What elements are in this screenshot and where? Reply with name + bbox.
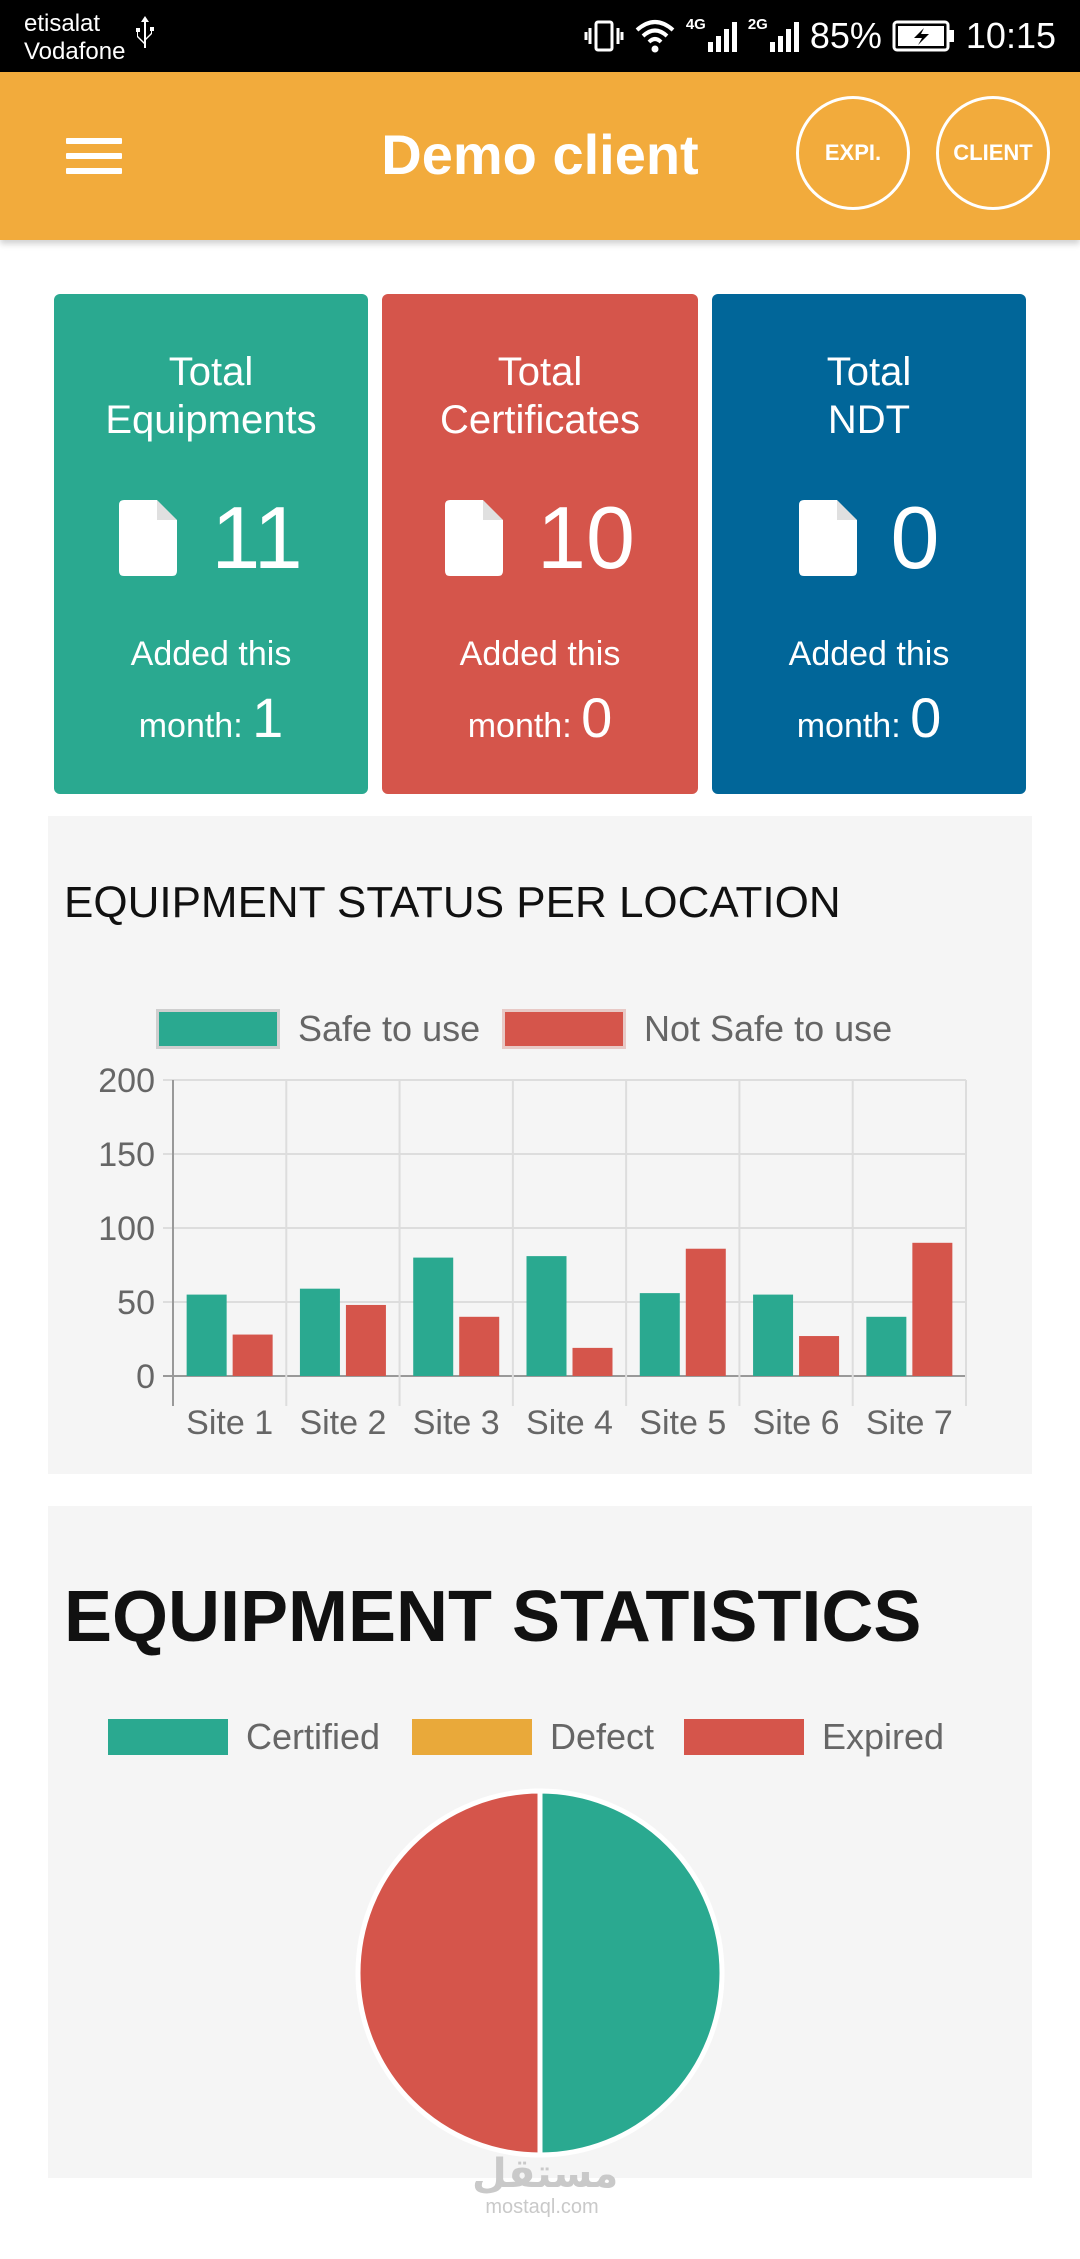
bar-safe xyxy=(866,1316,907,1376)
y-tick-label: 50 xyxy=(117,1284,155,1322)
carrier-info: etisalat Vodafone xyxy=(24,10,125,66)
card-title-line1: Total xyxy=(497,350,583,394)
document-icon xyxy=(798,500,857,576)
document-icon xyxy=(119,500,178,576)
bar-safe xyxy=(526,1256,567,1376)
bar-safe xyxy=(299,1288,340,1376)
battery-charging-icon xyxy=(892,20,954,52)
x-tick-label: Site 7 xyxy=(866,1404,953,1442)
carrier-line2: Vodafone xyxy=(24,38,126,65)
card-added-line1: Added this xyxy=(459,635,621,673)
equipment-status-panel: EQUIPMENT STATUS PER LOCATION Safe to us… xyxy=(48,816,1032,1474)
card-added-line1: Added this xyxy=(788,635,950,673)
card-total-certificates[interactable]: Total Certificates 10 Added this month: … xyxy=(382,294,698,794)
bar-safe xyxy=(753,1294,794,1376)
card-count: 10 xyxy=(537,488,635,587)
card-added-value: 1 xyxy=(252,686,284,749)
y-tick-label: 0 xyxy=(136,1358,155,1396)
card-title-line2: NDT xyxy=(827,398,911,442)
x-tick-label: Site 1 xyxy=(186,1404,273,1442)
bar-safe xyxy=(639,1293,680,1376)
bar-not-safe xyxy=(685,1248,726,1376)
x-tick-label: Site 2 xyxy=(299,1404,386,1442)
bar-not-safe xyxy=(799,1336,840,1376)
pie-slice-certified xyxy=(537,1788,725,2158)
x-tick-label: Site 5 xyxy=(639,1404,726,1442)
card-added-line2: month: xyxy=(138,707,243,745)
card-added-value: 0 xyxy=(910,686,942,749)
card-added-line2: month: xyxy=(467,707,572,745)
pie-chart xyxy=(355,1788,725,2158)
y-tick-label: 100 xyxy=(98,1210,155,1248)
y-tick-label: 200 xyxy=(98,1062,155,1100)
battery-percent: 85% xyxy=(809,15,882,56)
clock: 10:15 xyxy=(965,15,1056,56)
bar-safe xyxy=(186,1294,227,1376)
card-added-line2: month: xyxy=(796,707,901,745)
status-bar: etisalat Vodafone 4G 2G 85% 10:15 xyxy=(0,0,1080,72)
bar-not-safe xyxy=(912,1242,953,1376)
card-added-value: 0 xyxy=(581,686,613,749)
x-tick-label: Site 6 xyxy=(753,1404,840,1442)
card-added-line1: Added this xyxy=(130,635,292,673)
bar-not-safe xyxy=(345,1304,386,1376)
bar-chart: 200 150 100 50 0 Site 1 Site 2 Site 3 Site 4 Site… xyxy=(98,1062,967,1442)
usb-icon xyxy=(136,16,154,48)
vibrate-icon xyxy=(584,20,624,52)
bar-safe xyxy=(413,1257,454,1376)
x-tick-label: Site 4 xyxy=(526,1404,613,1442)
wifi-icon xyxy=(635,20,675,53)
watermark: مستقل mostaql.com xyxy=(472,2152,619,2218)
equipment-statistics-panel: EQUIPMENT STATISTICS Certified Defect Ex… xyxy=(48,1506,1032,2178)
bar-not-safe xyxy=(572,1347,613,1376)
card-total-ndt[interactable]: Total NDT 0 Added this month: 0 xyxy=(712,294,1026,794)
document-icon xyxy=(445,500,504,576)
card-title-line2: Equipments xyxy=(105,398,317,442)
card-title-line1: Total xyxy=(826,350,912,394)
x-tick-label: Site 3 xyxy=(413,1404,500,1442)
signal-4g-icon: 4G xyxy=(686,16,738,56)
signal-2g-icon: 2G xyxy=(748,16,800,56)
card-title-line2: Certificates xyxy=(439,398,641,442)
bar-not-safe xyxy=(459,1316,500,1376)
page-title: Demo client xyxy=(381,123,699,186)
menu-icon[interactable] xyxy=(60,128,136,184)
card-title-line1: Total xyxy=(168,350,254,394)
card-count: 11 xyxy=(211,488,303,587)
expi-button[interactable]: EXPI. xyxy=(796,96,910,210)
carrier-line1: etisalat xyxy=(24,10,101,37)
pie-slice-expired xyxy=(355,1788,543,2158)
client-button[interactable]: CLIENT xyxy=(936,96,1050,210)
y-tick-label: 150 xyxy=(98,1136,155,1174)
card-count: 0 xyxy=(890,488,940,587)
status-right: 4G 2G 85% 10:15 xyxy=(584,0,1056,72)
watermark-line1: مستقل xyxy=(472,2152,619,2196)
bar-not-safe xyxy=(232,1334,273,1376)
watermark-line2: mostaql.com xyxy=(485,2196,599,2218)
card-total-equipments[interactable]: Total Equipments 11 Added this month: 1 xyxy=(54,294,368,794)
app-bar: Demo client EXPI. CLIENT xyxy=(0,72,1080,240)
